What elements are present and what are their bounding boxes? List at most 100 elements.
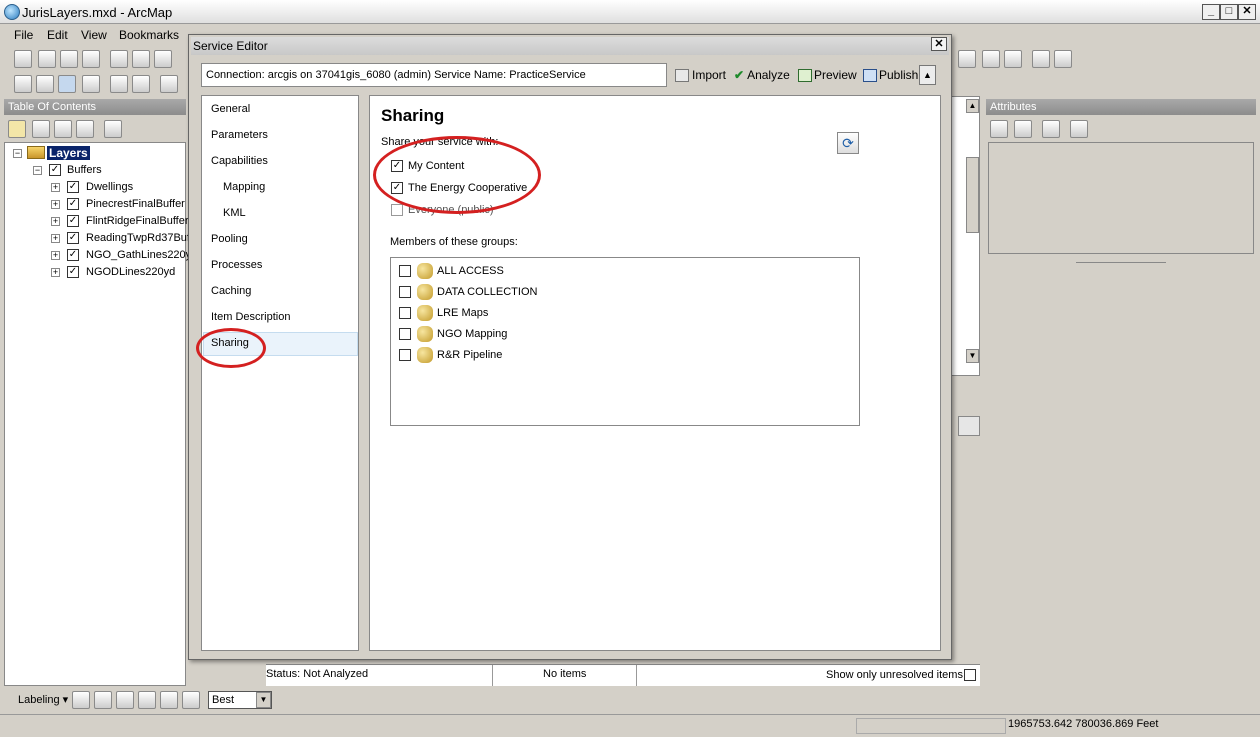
lock-labels-icon[interactable] [94,691,112,709]
dialog-close-button[interactable]: ✕ [931,37,947,51]
attributes-toolbar [990,119,1110,139]
list-by-drawing-order-icon[interactable] [8,120,26,138]
copy-icon[interactable] [132,50,150,68]
arcmap-logo-icon [4,4,20,20]
toc-root-label[interactable]: Layers [47,146,90,160]
analyze-button[interactable]: ✔ Analyze [734,68,790,82]
splitter[interactable] [1076,262,1166,264]
prepare-status-strip: Status: Not Analyzed No items Show only … [266,664,980,686]
print-icon[interactable] [82,50,100,68]
nav-capabilities[interactable]: Capabilities [211,155,268,167]
publish-button[interactable]: Publish [863,68,918,83]
close-window-button[interactable]: ✕ [1238,4,1256,20]
map-scrollbar-thumb[interactable] [966,157,979,233]
editor-icon[interactable] [1032,50,1050,68]
divider [492,665,493,686]
chevron-down-icon[interactable]: ▼ [256,692,271,708]
nav-item-description[interactable]: Item Description [211,311,290,323]
save-icon[interactable] [60,50,78,68]
nav-parameters[interactable]: Parameters [211,129,268,141]
menu-bookmarks[interactable]: Bookmarks [119,28,179,42]
list-by-visibility-icon[interactable] [54,120,72,138]
menu-edit[interactable]: Edit [47,28,68,42]
preview-button[interactable]: Preview [798,68,857,83]
refresh-icon[interactable]: ⟳ [837,132,859,154]
group-checkbox[interactable] [399,286,411,298]
pan-icon[interactable] [58,75,76,93]
minimize-button[interactable]: _ [1202,4,1220,20]
nav-mapping[interactable]: Mapping [223,181,265,193]
label-manager-icon[interactable] [72,691,90,709]
users-icon [417,263,433,279]
nav-caching[interactable]: Caching [211,285,251,297]
list-by-selection-icon[interactable] [76,120,94,138]
items-count: No items [543,668,587,680]
full-extent-icon[interactable] [82,75,100,93]
view-unplaced-icon[interactable] [138,691,156,709]
scroll-down-icon[interactable]: ▼ [966,349,979,363]
redo-icon[interactable] [958,50,976,68]
menu-view[interactable]: View [81,28,107,42]
expand-icon[interactable]: + [51,183,60,192]
expand-icon[interactable]: + [51,268,60,277]
expand-icon[interactable]: + [51,234,60,243]
select-features-icon[interactable] [1042,120,1060,138]
nav-pooling[interactable]: Pooling [211,233,248,245]
scroll-up-icon[interactable]: ▲ [966,99,979,113]
layer-visibility-checkbox[interactable]: ✓ [67,232,79,244]
map-view[interactable]: ▲ ▼ [950,96,980,376]
collapse-icon[interactable]: − [33,166,42,175]
toc-group-label: Buffers [67,164,102,176]
fixed-zoom-in-icon[interactable] [110,75,128,93]
labeling-menu[interactable]: Labeling ▾ [18,693,68,706]
search-tool-icon[interactable] [958,416,980,436]
layer-visibility-checkbox[interactable]: ✓ [67,266,79,278]
cut-icon[interactable] [110,50,128,68]
collapse-up-icon[interactable]: ▲ [919,65,936,85]
layer-visibility-checkbox[interactable]: ✓ [67,249,79,261]
import-button[interactable]: Import [675,68,727,83]
collapse-icon[interactable]: − [13,149,22,158]
expand-icon[interactable]: + [51,200,60,209]
layer-visibility-checkbox[interactable]: ✓ [67,181,79,193]
service-editor-dialog: Service Editor ✕ Connection: arcgis on 3… [188,34,952,660]
model-icon[interactable] [1004,50,1022,68]
import-label: Import [692,68,727,82]
nav-general[interactable]: General [211,103,250,115]
expand-icon[interactable]: + [51,251,60,260]
group-checkbox[interactable] [399,349,411,361]
options-dropdown-icon[interactable] [1070,120,1088,138]
group-checkbox[interactable] [399,265,411,277]
pause-labeling-icon[interactable] [116,691,134,709]
sort-icon[interactable] [1014,120,1032,138]
new-document-icon[interactable] [14,50,32,68]
layer-visibility-checkbox[interactable]: ✓ [67,215,79,227]
paste-icon[interactable] [154,50,172,68]
list-by-source-icon[interactable] [32,120,50,138]
save-edits-icon[interactable] [1054,50,1072,68]
layer-visibility-checkbox[interactable]: ✓ [67,198,79,210]
options-icon[interactable] [104,120,122,138]
zoom-out-icon[interactable] [36,75,54,93]
group-checkbox[interactable] [399,328,411,340]
nav-processes[interactable]: Processes [211,259,262,271]
unresolved-checkbox[interactable] [964,669,976,681]
open-folder-icon[interactable] [38,50,56,68]
arrange-icon[interactable] [990,120,1008,138]
group-visibility-checkbox[interactable]: ✓ [49,164,61,176]
preview-icon [798,69,812,83]
zoom-in-icon[interactable] [14,75,32,93]
layers-icon [27,146,45,159]
fixed-zoom-out-icon[interactable] [132,75,150,93]
everyone-checkbox[interactable] [391,204,403,216]
back-icon[interactable] [160,75,178,93]
table-icon[interactable] [982,50,1000,68]
nav-kml[interactable]: KML [223,207,246,219]
priority-ranking-icon[interactable] [182,691,200,709]
share-options-highlight-ellipse [373,136,541,214]
expand-icon[interactable]: + [51,217,60,226]
maximize-button[interactable]: □ [1220,4,1238,20]
group-checkbox[interactable] [399,307,411,319]
menu-file[interactable]: File [14,28,33,42]
label-weight-icon[interactable] [160,691,178,709]
